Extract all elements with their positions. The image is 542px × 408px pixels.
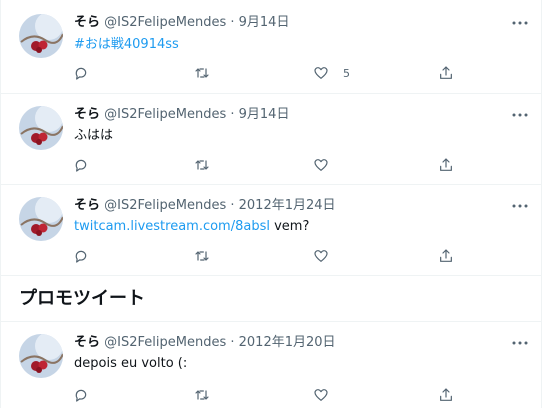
display-name[interactable]: そら bbox=[74, 198, 100, 213]
tweet-text: depois eu volto (: bbox=[74, 356, 188, 371]
like-icon bbox=[314, 67, 328, 79]
retweet-button[interactable] bbox=[193, 155, 211, 175]
display-name[interactable]: そら bbox=[74, 15, 100, 30]
url-link[interactable]: twitcam.livestream.com/8absl bbox=[74, 219, 270, 234]
reply-icon bbox=[75, 159, 87, 172]
more-icon bbox=[512, 341, 528, 345]
tweet-card[interactable]: そら @IS2FelipeMendes · 9月14日 #おは戦40914ss … bbox=[1, 0, 541, 94]
reply-button[interactable] bbox=[73, 385, 89, 405]
more-options-button[interactable] bbox=[510, 105, 530, 125]
like-button[interactable] bbox=[313, 385, 329, 405]
tweet-card[interactable]: そら @IS2FelipeMendes · 9月14日 ふはは bbox=[1, 94, 541, 185]
avatar[interactable] bbox=[19, 197, 63, 241]
tweet-header: そら @IS2FelipeMendes · 2012年1月24日 bbox=[74, 197, 336, 215]
retweet-button[interactable] bbox=[193, 246, 211, 266]
share-icon bbox=[440, 249, 452, 262]
share-button[interactable] bbox=[438, 63, 454, 83]
tweet-header: そら @IS2FelipeMendes · 2012年1月20日 bbox=[74, 334, 336, 352]
handle-and-date[interactable]: @IS2FelipeMendes · 2012年1月20日 bbox=[104, 335, 335, 350]
retweet-button[interactable] bbox=[193, 385, 211, 405]
retweet-icon bbox=[195, 68, 209, 78]
tweet-text: twitcam.livestream.com/8absl vem? bbox=[74, 218, 309, 236]
share-button[interactable] bbox=[438, 155, 454, 175]
share-icon bbox=[440, 66, 452, 79]
more-icon bbox=[512, 204, 528, 208]
handle-and-date[interactable]: @IS2FelipeMendes · 9月14日 bbox=[104, 15, 289, 30]
tweet-card[interactable]: そら @IS2FelipeMendes · 2012年1月24日 twitcam… bbox=[1, 185, 541, 276]
timeline: そら @IS2FelipeMendes · 9月14日 #おは戦40914ss … bbox=[0, 0, 542, 408]
display-name[interactable]: そら bbox=[74, 335, 100, 350]
display-name[interactable]: そら bbox=[74, 107, 100, 122]
hashtag-link[interactable]: #おは戦40914ss bbox=[74, 37, 179, 52]
like-icon bbox=[314, 250, 328, 262]
more-options-button[interactable] bbox=[510, 333, 530, 353]
tweet-header: そら @IS2FelipeMendes · 9月14日 bbox=[74, 14, 289, 32]
reply-icon bbox=[75, 389, 87, 402]
handle-and-date[interactable]: @IS2FelipeMendes · 9月14日 bbox=[104, 107, 289, 122]
avatar[interactable] bbox=[19, 106, 63, 150]
retweet-icon bbox=[195, 160, 209, 170]
tweet-text: #おは戦40914ss bbox=[74, 36, 179, 54]
retweet-icon bbox=[195, 390, 209, 400]
reply-button[interactable] bbox=[73, 63, 89, 83]
like-icon bbox=[314, 159, 328, 171]
tweet-text-rest: vem? bbox=[269, 219, 310, 234]
like-count: 5 bbox=[343, 66, 350, 80]
like-button[interactable]: 5 bbox=[313, 63, 350, 83]
reply-button[interactable] bbox=[73, 155, 89, 175]
retweet-icon bbox=[195, 251, 209, 261]
avatar[interactable] bbox=[19, 14, 63, 58]
like-button[interactable] bbox=[313, 155, 329, 175]
share-icon bbox=[440, 388, 452, 401]
reply-icon bbox=[75, 250, 87, 263]
like-button[interactable] bbox=[313, 246, 329, 266]
tweet-card[interactable]: そら @IS2FelipeMendes · 2012年1月20日 depois … bbox=[1, 322, 541, 408]
reply-icon bbox=[75, 67, 87, 80]
tweet-header: そら @IS2FelipeMendes · 9月14日 bbox=[74, 106, 289, 124]
more-icon bbox=[512, 113, 528, 117]
handle-and-date[interactable]: @IS2FelipeMendes · 2012年1月24日 bbox=[104, 198, 335, 213]
more-icon bbox=[512, 21, 528, 25]
promoted-tweets-heading: プロモツイート bbox=[19, 288, 145, 309]
share-button[interactable] bbox=[438, 246, 454, 266]
tweet-text: ふはは bbox=[74, 128, 114, 143]
share-icon bbox=[440, 158, 452, 171]
avatar[interactable] bbox=[19, 334, 63, 378]
more-options-button[interactable] bbox=[510, 13, 530, 33]
share-button[interactable] bbox=[438, 385, 454, 405]
reply-button[interactable] bbox=[73, 246, 89, 266]
retweet-button[interactable] bbox=[193, 63, 211, 83]
more-options-button[interactable] bbox=[510, 196, 530, 216]
like-icon bbox=[314, 389, 328, 401]
